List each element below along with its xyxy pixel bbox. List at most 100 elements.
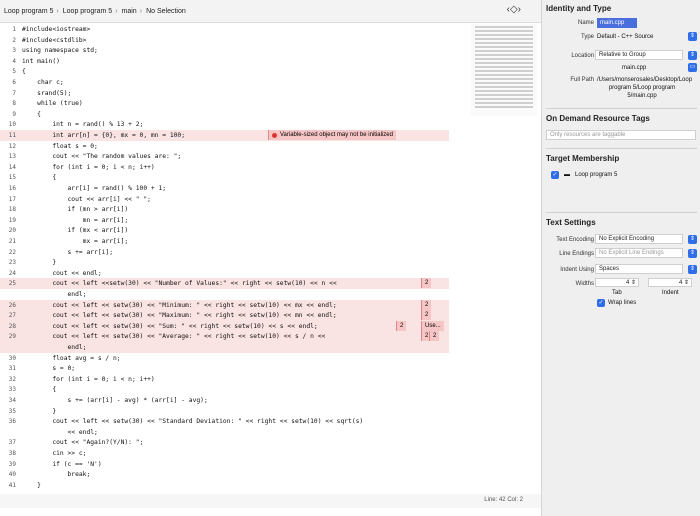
breadcrumb-group[interactable]: Loop program 5 [63, 8, 112, 15]
code-line[interactable]: for (int i = 0; i < n; i++) [22, 164, 154, 171]
name-label: Name [577, 20, 594, 26]
source-editor[interactable]: Loop program 5 › Loop program 5 › main ›… [0, 0, 541, 516]
code-line[interactable]: cout << left << setw(30) << "Sum: " << r… [22, 323, 317, 330]
widths-label: Widths [575, 281, 594, 287]
code-line[interactable]: int n = rand() % 13 + 2; [22, 121, 143, 128]
code-line[interactable]: { [22, 111, 41, 118]
code-line[interactable]: if (c == 'N') [22, 461, 101, 468]
error-count-badge[interactable]: 2 [421, 278, 432, 289]
tab-label: Tab [612, 290, 622, 296]
code-line[interactable]: endl; [22, 344, 86, 351]
location-select[interactable]: Relative to Group [595, 50, 683, 60]
indent-width-stepper[interactable]: 4 ⇕ [648, 278, 692, 287]
code-line[interactable]: mn = arr[i]; [22, 217, 129, 224]
code-line[interactable]: mx = arr[i]; [22, 238, 129, 245]
error-message-text: Variable-sized object may not be initial… [280, 132, 393, 138]
line-number: 3 [12, 47, 16, 55]
code-line[interactable]: cout << endl; [22, 270, 101, 277]
code-line[interactable]: while (true) [22, 100, 83, 107]
code-line[interactable]: } [22, 259, 56, 266]
folder-icon[interactable]: ▭ [688, 63, 697, 72]
error-count-badge[interactable]: 2 [421, 299, 432, 310]
code-line[interactable]: char c; [22, 79, 64, 86]
line-number: 39 [8, 460, 16, 468]
line-number: 40 [8, 471, 16, 479]
full-path-value: /Users/monserosales/Desktop/Loop program… [597, 77, 693, 99]
code-line[interactable]: #include<iostream> [22, 26, 90, 33]
code-line[interactable]: { [22, 68, 26, 75]
chevron-updown-icon[interactable]: ⇕ [688, 265, 697, 274]
error-fix-button[interactable]: Use... [421, 320, 444, 331]
chevron-updown-icon[interactable]: ⇕ [688, 51, 697, 60]
breadcrumb-selection[interactable]: No Selection [146, 8, 186, 15]
code-line[interactable]: float avg = s / n; [22, 355, 120, 362]
code-line[interactable]: cout << "The random values are: "; [22, 153, 181, 160]
code-line[interactable]: float s = 0; [22, 143, 98, 150]
code-line[interactable]: int arr[n] = {0}, mx = 0, mn = 100; [22, 132, 185, 139]
code-line[interactable]: cout << left << setw(30) << "Average: " … [22, 333, 325, 340]
chevron-right-icon: › [139, 7, 143, 15]
breadcrumb-file[interactable]: main [122, 8, 137, 15]
code-line[interactable]: cout << left <<setw(30) << "Number of Va… [22, 280, 336, 287]
code-line[interactable]: for (int i = 0; i < n; i++) [22, 376, 154, 383]
line-number: 8 [12, 100, 16, 108]
code-line[interactable]: endl; [22, 291, 86, 298]
chevron-updown-icon[interactable]: ⇕ [688, 235, 697, 244]
indent-using-select[interactable]: Spaces [595, 264, 683, 274]
code-line[interactable]: if (mx < arr[i]) [22, 227, 128, 234]
code-line[interactable]: break; [22, 471, 90, 478]
tab-width-stepper[interactable]: 4 ⇕ [595, 278, 639, 287]
line-number: 2 [12, 36, 16, 44]
minimap[interactable] [471, 24, 537, 116]
tab-width-value: 4 [625, 279, 630, 286]
chevron-updown-icon[interactable]: ⇕ [688, 32, 697, 41]
code-line[interactable]: { [22, 174, 56, 181]
line-number: 22 [8, 248, 16, 256]
chevron-updown-icon[interactable]: ⇕ [688, 249, 697, 258]
breadcrumb-project[interactable]: Loop program 5 [4, 8, 53, 15]
code-line[interactable]: cout << arr[i] << " "; [22, 196, 150, 203]
code-line[interactable]: int main() [22, 58, 60, 65]
code-line[interactable]: srand(5); [22, 90, 71, 97]
wrap-lines-label: Wrap lines [608, 300, 637, 306]
chevron-right-icon: › [56, 7, 59, 15]
editor-status-bar: Line: 42 Col: 2 [0, 494, 541, 508]
code-line[interactable]: } [22, 408, 56, 415]
code-line[interactable]: cin >> c; [22, 450, 86, 457]
code-line[interactable]: << endl; [22, 429, 97, 436]
line-number: 6 [12, 79, 16, 86]
code-line[interactable]: arr[i] = rand() % 100 + 1; [22, 185, 166, 192]
code-line[interactable]: cout << left << setw(30) << "Standard De… [22, 418, 363, 425]
error-count-badge[interactable]: 2 [396, 320, 407, 331]
odr-section-title: On Demand Resource Tags [546, 114, 650, 123]
code-line[interactable]: { [22, 386, 56, 393]
line-number: 30 [8, 354, 16, 362]
code-line[interactable]: cout << "Again?(Y/N): "; [22, 439, 143, 446]
line-number: 38 [8, 450, 16, 457]
text-settings-title: Text Settings [546, 218, 596, 227]
line-number: 5 [12, 68, 16, 76]
line-number: 35 [8, 407, 16, 415]
error-count-badge[interactable]: 2 [429, 331, 440, 342]
text-encoding-select[interactable]: No Explicit Encoding [595, 234, 683, 244]
type-value[interactable]: Default - C++ Source [597, 34, 653, 40]
code-line[interactable]: cout << left << setw(30) << "Minimum: " … [22, 302, 336, 309]
code-line[interactable]: if (mn > arr[i]) [22, 206, 128, 213]
error-count-badge[interactable]: 2 [421, 310, 432, 321]
code-line[interactable]: s += arr[i]; [22, 249, 113, 256]
target-checkbox[interactable]: ✓ [551, 171, 559, 179]
code-line[interactable]: } [22, 482, 41, 489]
wrap-lines-checkbox[interactable]: ✓ [597, 299, 605, 307]
code-line[interactable]: s += (arr[i] - avg) * (arr[i] - avg); [22, 397, 207, 404]
code-line[interactable]: using namespace std; [22, 47, 98, 54]
code-line[interactable]: cout << left << setw(30) << "Maximum: " … [22, 312, 336, 319]
line-endings-select[interactable]: No Explicit Line Endings [595, 248, 683, 258]
code-line[interactable]: s = 0; [22, 365, 75, 372]
name-field[interactable]: main.cpp [597, 18, 637, 28]
odr-tags-field[interactable]: Only resources are taggable [546, 130, 696, 140]
code-line[interactable]: #include<cstdlib> [22, 37, 86, 44]
line-number: 34 [8, 397, 16, 404]
error-message-badge[interactable]: Variable-sized object may not be initial… [268, 130, 396, 140]
navigation-arrows-icon[interactable]: ‹◇› [507, 4, 521, 15]
indent-width-value: 4 [678, 279, 683, 286]
